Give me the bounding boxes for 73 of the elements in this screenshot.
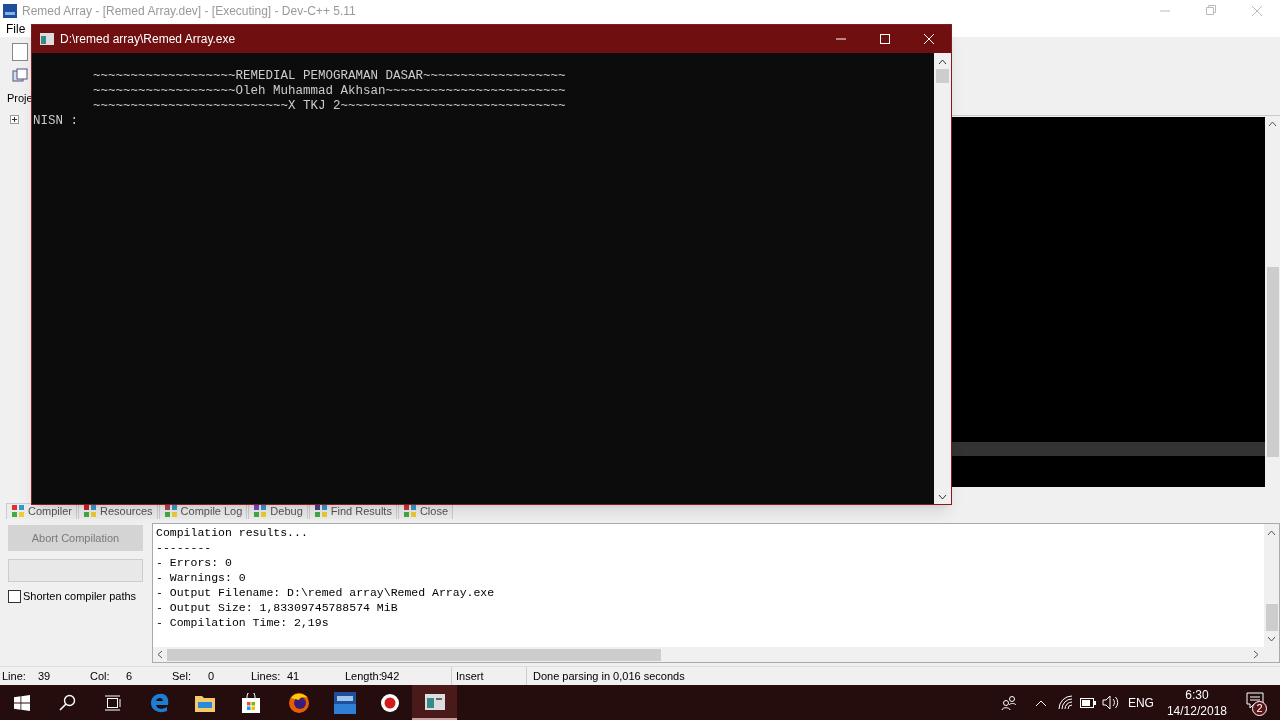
input-field[interactable] — [8, 558, 143, 582]
scroll-thumb[interactable] — [936, 69, 949, 83]
notification-badge: 2 — [1252, 700, 1267, 716]
people-icon[interactable] — [1000, 694, 1017, 711]
menu-item[interactable]: File — [6, 20, 26, 39]
log-line: - Warnings: 0 — [156, 569, 246, 585]
window-title: Remed Array - [Remed Array.dev] - [Executing] - Dev-C++ 5.11 — [22, 2, 356, 20]
record-icon[interactable] — [380, 692, 400, 713]
console-icon — [40, 33, 54, 45]
scroll-up-icon[interactable] — [1267, 529, 1276, 536]
volume-icon[interactable] — [1101, 695, 1119, 710]
toolbar-icon[interactable] — [12, 68, 28, 85]
scroll-right-icon[interactable] — [1253, 650, 1259, 660]
checkbox-label: Shorten compiler paths — [23, 588, 137, 604]
status-label: Line: — [2, 668, 27, 684]
window-title: D:\remed array\Remed Array.exe — [60, 31, 236, 48]
log-line: - Compilation Time: 2,19s — [156, 614, 329, 630]
log-line: - Output Size: 1,83309745788574 MiB — [156, 599, 398, 615]
search-icon[interactable] — [59, 694, 76, 711]
start-icon[interactable] — [14, 694, 30, 711]
expand-icon[interactable] — [10, 115, 19, 124]
status-value: 942 — [381, 668, 400, 684]
app-icon — [3, 3, 17, 18]
notification-icon[interactable] — [1246, 691, 1264, 710]
log-line: - Errors: 0 — [156, 554, 232, 570]
taskbar-button[interactable] — [412, 685, 457, 720]
status-value: 0 — [208, 668, 215, 684]
status-label: Sel: — [172, 668, 192, 684]
console-line: ~~~~~~~~~~~~~~~~~~~REMEDIAL PEMOGRAMAN DASAR~~~~~~~~~~~~~~~~~~~ — [92, 69, 566, 84]
scroll-up-icon[interactable] — [938, 59, 947, 65]
tab-icon — [253, 504, 268, 519]
status-text: Insert — [456, 668, 484, 684]
scroll-up-icon[interactable] — [1268, 121, 1277, 128]
tab-icon — [11, 504, 25, 519]
status-value: 41 — [287, 668, 300, 684]
tab-icon — [83, 504, 97, 519]
status-label: Length: — [345, 668, 381, 684]
scroll-left-icon[interactable] — [157, 650, 163, 660]
console-line: ~~~~~~~~~~~~~~~~~~~~~~~~~~X TKJ 2~~~~~~~~~~~~~~~~~~~~~~~~~~~~~~ — [92, 99, 566, 114]
wifi-icon[interactable] — [1057, 695, 1073, 710]
log-line: - Output Filename: D:\remed array\Remed Array.exe — [156, 584, 495, 600]
status-label: Col: — [90, 668, 111, 684]
tab-icon — [313, 504, 328, 519]
tab-icon — [402, 504, 417, 519]
checkbox[interactable] — [8, 589, 21, 603]
browser-icon[interactable] — [288, 691, 310, 714]
toolbar-button[interactable] — [12, 43, 28, 62]
status-text: Done parsing in 0,016 seconds — [533, 668, 685, 684]
scroll-down-icon[interactable] — [938, 494, 947, 500]
scroll-thumb[interactable] — [1266, 267, 1279, 458]
clock-time: 6:30 — [1185, 686, 1209, 703]
status-label: Lines: — [251, 668, 282, 684]
status-value: 6 — [126, 668, 133, 684]
console-icon — [424, 693, 445, 710]
project-tab[interactable]: Proje — [7, 90, 31, 107]
tab-icon — [163, 504, 178, 519]
clock-date: 14/12/2018 — [1166, 702, 1227, 719]
log-line: -------- — [156, 539, 212, 555]
language-indicator[interactable]: ENG — [1127, 693, 1154, 712]
store-icon[interactable] — [241, 692, 261, 713]
battery-icon[interactable] — [1079, 697, 1096, 708]
log-line: Compilation results... — [156, 524, 308, 540]
scroll-thumb[interactable] — [167, 648, 661, 661]
folder-icon[interactable] — [195, 693, 215, 712]
scroll-down-icon[interactable] — [1267, 636, 1276, 643]
console-line: NISN : — [33, 114, 79, 129]
clock[interactable]: 6:30 14/12/2018 — [1166, 686, 1227, 719]
task-view-icon[interactable] — [105, 694, 122, 711]
app-icon[interactable] — [334, 691, 356, 714]
chevron-up-icon[interactable] — [1034, 698, 1047, 707]
status-value: 39 — [38, 668, 51, 684]
console-line: ~~~~~~~~~~~~~~~~~~~Oleh Muhammad Akhsan~~~~~~~~~~~~~~~~~~~~~~~~ — [92, 84, 566, 99]
scroll-thumb[interactable] — [1265, 604, 1278, 632]
